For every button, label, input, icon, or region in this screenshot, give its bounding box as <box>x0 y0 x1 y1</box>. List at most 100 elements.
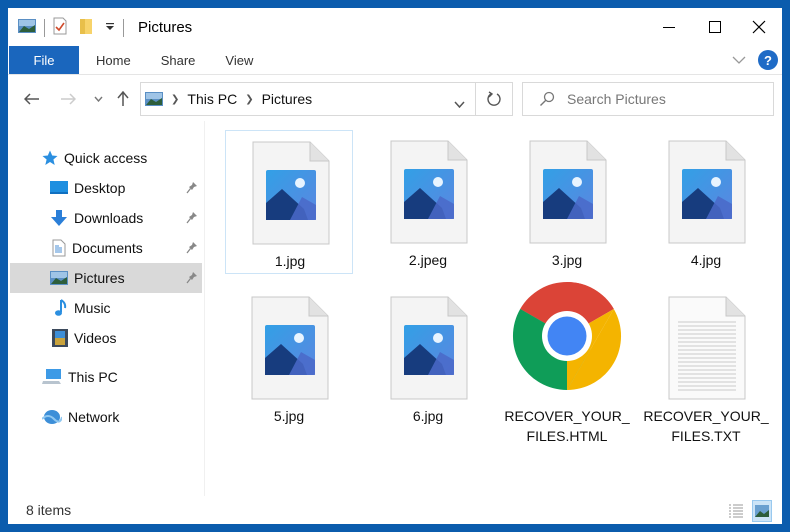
chevron-down-icon <box>93 96 103 102</box>
sidebar-item-label: This PC <box>68 369 118 385</box>
file-name: 2.jpeg <box>408 252 448 268</box>
image-file-icon <box>390 140 468 249</box>
tab-share[interactable]: Share <box>146 46 211 74</box>
download-icon <box>51 210 67 226</box>
sidebar-item-videos[interactable]: Videos <box>10 323 202 353</box>
close-icon <box>752 20 766 34</box>
breadcrumb-this-pc[interactable]: This PC <box>187 91 237 107</box>
customize-dropdown-icon[interactable] <box>105 19 115 37</box>
file-explorer-window: Pictures File Home Share View ? ❯ This P… <box>8 8 782 524</box>
file-item[interactable]: 2.jpeg <box>364 130 492 280</box>
maximize-button[interactable] <box>692 8 738 46</box>
search-box[interactable]: Search Pictures <box>522 82 774 116</box>
file-item[interactable]: RECOVER_YOUR_ FILES.TXT <box>642 286 770 444</box>
maximize-icon <box>709 21 721 33</box>
file-item[interactable]: 5.jpg <box>225 286 353 436</box>
details-view-button[interactable] <box>726 500 746 522</box>
sidebar-item-downloads[interactable]: Downloads <box>10 203 202 233</box>
back-button[interactable] <box>22 89 42 109</box>
image-file-icon <box>668 140 746 249</box>
sidebar-item-documents[interactable]: Documents <box>10 233 202 263</box>
arrow-left-icon <box>24 93 39 105</box>
pictures-icon <box>50 271 68 285</box>
file-name-line2: FILES.TXT <box>671 428 741 444</box>
up-button[interactable] <box>113 89 133 109</box>
quick-access-toolbar <box>18 17 132 40</box>
close-button[interactable] <box>736 8 782 46</box>
large-icons-view-button[interactable] <box>752 500 772 522</box>
chevron-down-icon <box>454 101 465 109</box>
sidebar-item-label: Network <box>68 409 120 425</box>
sidebar-item-label: Documents <box>72 240 143 256</box>
network-icon <box>42 410 62 424</box>
desktop-icon <box>50 181 68 194</box>
pin-icon <box>186 212 197 224</box>
chevron-down-icon <box>732 56 746 64</box>
chevron-right-icon: ❯ <box>245 93 254 105</box>
file-name: 6.jpg <box>412 408 444 424</box>
sidebar-item-pictures[interactable]: Pictures <box>10 263 202 293</box>
music-icon <box>55 299 67 316</box>
title-bar: Pictures <box>8 8 782 46</box>
status-bar: 8 items <box>8 496 782 524</box>
sidebar-item-desktop[interactable]: Desktop <box>10 173 202 203</box>
sidebar-item-this-pc[interactable]: This PC <box>10 362 202 392</box>
videos-icon <box>52 329 68 347</box>
navigation-pane: Quick access Desktop Downloads Documents… <box>8 121 204 496</box>
details-view-icon <box>729 504 743 518</box>
ribbon-tabs: File Home Share View <box>8 46 782 74</box>
file-item[interactable]: 4.jpg <box>642 130 770 280</box>
forward-button[interactable] <box>58 89 78 109</box>
file-name: 5.jpg <box>273 408 305 424</box>
sidebar-item-music[interactable]: Music <box>10 293 202 323</box>
text-file-icon <box>668 296 746 405</box>
sidebar-item-label: Pictures <box>74 270 125 286</box>
search-icon <box>539 91 555 107</box>
window-title: Pictures <box>138 19 193 36</box>
chrome-html-file-icon <box>511 280 623 397</box>
file-name: 1.jpg <box>274 253 306 269</box>
sidebar-item-label: Music <box>74 300 111 316</box>
pictures-icon[interactable] <box>18 18 36 38</box>
address-dropdown-button[interactable] <box>454 95 465 113</box>
sidebar-item-network[interactable]: Network <box>10 402 202 432</box>
sidebar-item-label: Quick access <box>64 150 148 166</box>
pin-icon <box>186 242 197 254</box>
file-item[interactable]: RECOVER_YOUR_ FILES.HTML <box>503 281 631 444</box>
tab-file[interactable]: File <box>9 46 79 74</box>
expand-ribbon-button[interactable] <box>732 51 746 69</box>
search-input[interactable]: Search Pictures <box>567 91 666 107</box>
image-file-icon <box>390 296 468 405</box>
help-button[interactable]: ? <box>758 50 778 70</box>
file-name-line2: FILES.HTML <box>526 428 608 444</box>
navigation-bar: ❯ This PC ❯ Pictures Search Pictures <box>8 75 782 121</box>
recent-locations-button[interactable] <box>88 89 108 109</box>
file-item[interactable]: 1.jpg <box>225 130 353 274</box>
sidebar-item-label: Downloads <box>74 210 144 226</box>
address-bar[interactable]: ❯ This PC ❯ Pictures <box>140 82 476 116</box>
pin-icon <box>186 182 197 194</box>
star-icon <box>42 150 58 165</box>
tab-home[interactable]: Home <box>81 46 146 74</box>
ribbon-right-controls: ? <box>732 50 778 70</box>
file-list: 1.jpg 2.jpeg 3.jpg 4.jpg 5.jpg 6.jpg REC… <box>205 121 782 496</box>
computer-icon <box>42 369 61 384</box>
minimize-button[interactable] <box>646 8 692 46</box>
minimize-icon <box>663 27 675 28</box>
tab-view[interactable]: View <box>210 46 268 74</box>
sidebar-item-quick-access[interactable]: Quick access <box>10 143 202 173</box>
pin-icon <box>186 272 197 284</box>
file-item[interactable]: 3.jpg <box>503 130 631 280</box>
large-icons-view-icon <box>755 505 769 517</box>
image-file-icon <box>529 140 607 249</box>
arrow-up-icon <box>117 91 129 106</box>
properties-icon[interactable] <box>53 17 67 40</box>
new-folder-icon[interactable] <box>79 17 93 40</box>
file-item[interactable]: 6.jpg <box>364 286 492 436</box>
file-name: 4.jpg <box>690 252 722 268</box>
arrow-right-icon <box>61 93 76 105</box>
refresh-button[interactable] <box>475 82 513 116</box>
breadcrumb-pictures[interactable]: Pictures <box>262 91 313 107</box>
image-file-icon <box>251 296 329 405</box>
file-name: RECOVER_YOUR_ <box>504 408 630 424</box>
